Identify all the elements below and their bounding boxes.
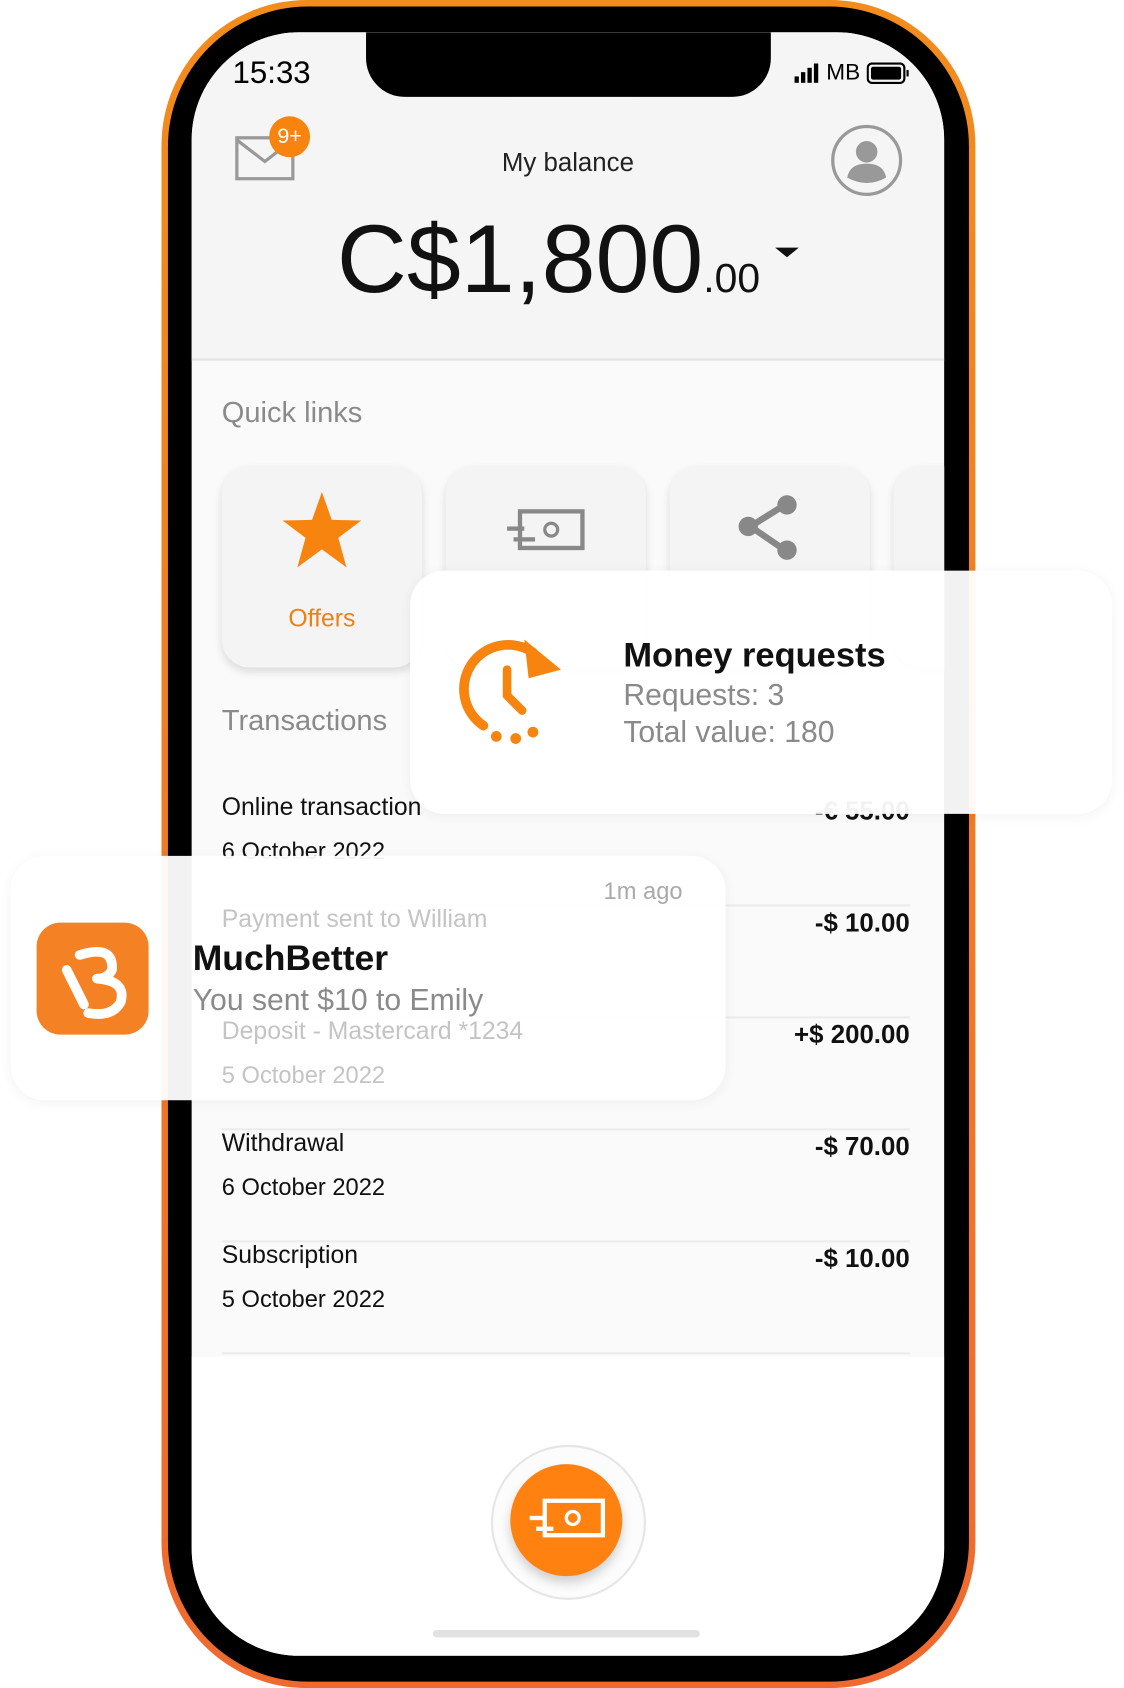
transaction-date: 5 October 2022 — [221, 1061, 386, 1089]
offers-label: Offers — [288, 603, 356, 632]
money-requests-total: Total value: 180 — [623, 714, 835, 749]
send-money-fab[interactable] — [510, 1464, 623, 1577]
balance-title: My balance — [501, 148, 634, 178]
clock-refresh-icon — [459, 639, 561, 744]
transaction-name: Payment sent to William — [221, 904, 488, 933]
notification-time: 1m ago — [603, 877, 683, 905]
muchbetter-app-icon — [36, 922, 149, 1035]
banknote-icon — [507, 509, 585, 551]
app-screen: 15:33 MB 9+ My balance C$1,800.00 Quick … — [191, 32, 945, 1656]
notification-app-name: MuchBetter — [192, 937, 389, 978]
quick-links-title: Quick links — [221, 396, 363, 429]
transaction-amount: -$ 10.00 — [814, 908, 910, 938]
money-requests-title: Money requests — [623, 635, 886, 674]
transactions-title: Transactions — [221, 704, 388, 737]
battery-icon — [866, 62, 909, 84]
carrier-label: MB — [826, 60, 861, 86]
transaction-amount: +$ 200.00 — [794, 1020, 910, 1050]
balance-cents: .00 — [703, 256, 761, 302]
home-indicator[interactable] — [432, 1629, 700, 1638]
quick-link-offers[interactable]: Offers — [221, 466, 423, 668]
balance-amount[interactable]: C$1,800.00 — [192, 205, 945, 316]
transaction-row[interactable]: Withdrawal 6 October 2022 -$ 70.00 — [221, 1128, 910, 1243]
status-time: 15:33 — [232, 55, 311, 91]
transaction-name: Subscription — [221, 1240, 359, 1269]
transaction-amount: -$ 10.00 — [814, 1244, 910, 1274]
transaction-name: Deposit - Mastercard *1234 — [221, 1016, 524, 1045]
status-icons: MB — [793, 60, 910, 86]
share-icon — [738, 495, 797, 560]
transaction-date: 6 October 2022 — [221, 1173, 386, 1201]
transaction-date: 5 October 2022 — [221, 1285, 386, 1313]
money-requests-count: Requests: 3 — [623, 678, 785, 712]
transaction-name: Online transaction — [221, 792, 422, 821]
muchbetter-logo-icon — [61, 947, 127, 1019]
banknote-icon — [529, 1498, 606, 1538]
currency-dropdown-icon[interactable] — [775, 247, 799, 258]
balance-main: C$1,800 — [336, 205, 704, 314]
transaction-amount: -$ 70.00 — [814, 1132, 910, 1162]
signal-icon — [793, 63, 818, 83]
money-requests-card[interactable]: Money requests Requests: 3 Total value: … — [410, 570, 1113, 814]
transaction-row[interactable]: Subscription 5 October 2022 -$ 10.00 — [221, 1240, 910, 1355]
star-icon — [282, 492, 362, 568]
notification-message: You sent $10 to Emily — [192, 982, 484, 1017]
transaction-name: Withdrawal — [221, 1128, 345, 1157]
notch — [366, 32, 771, 97]
